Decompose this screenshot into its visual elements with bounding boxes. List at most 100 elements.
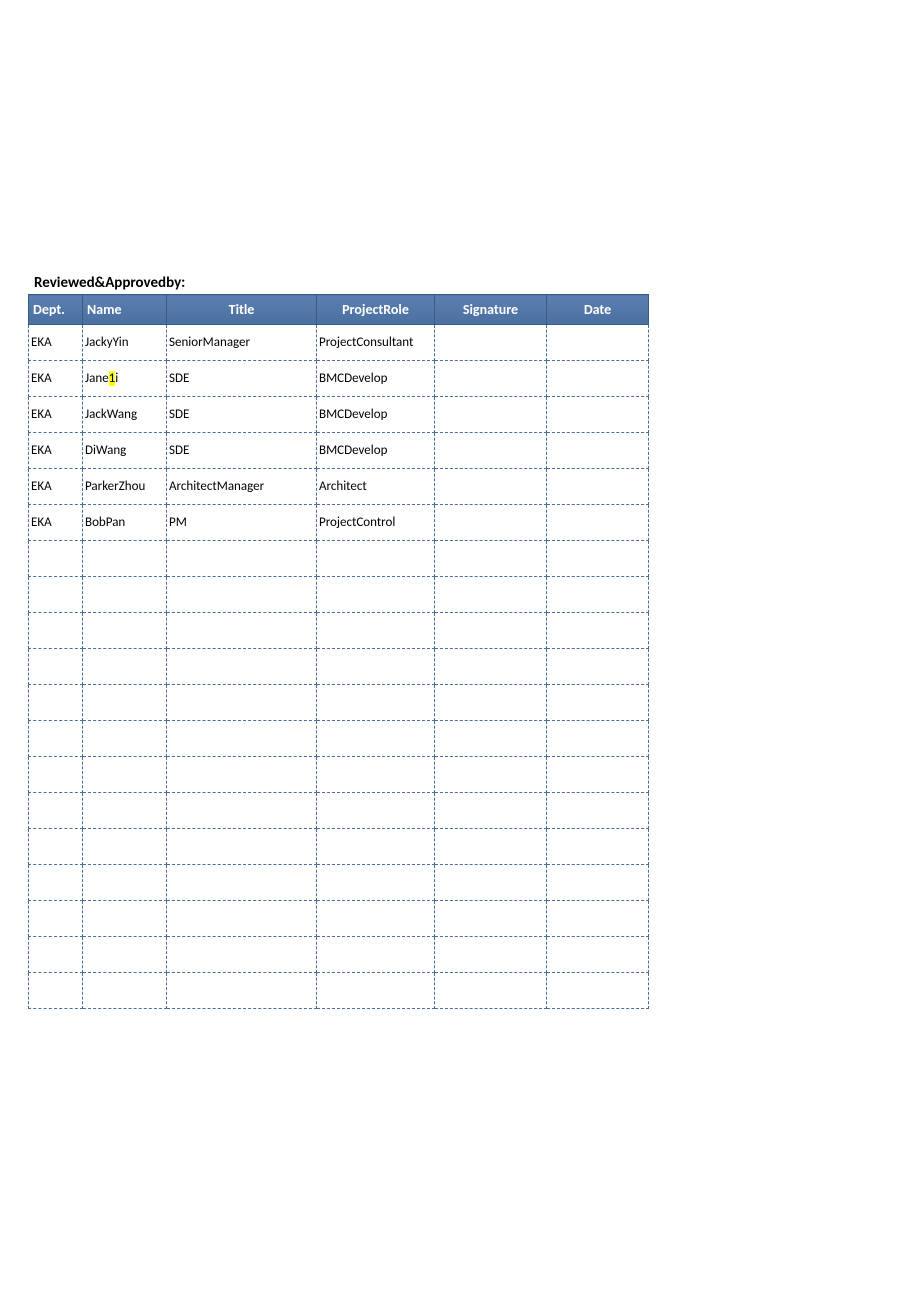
cell-title (167, 721, 317, 757)
table-row (29, 829, 649, 865)
cell-dept: EKA (29, 361, 83, 397)
cell-dept (29, 901, 83, 937)
cell-date (547, 973, 649, 1009)
cell-role (317, 541, 435, 577)
cell-dept (29, 973, 83, 1009)
cell-date (547, 541, 649, 577)
cell-dept (29, 829, 83, 865)
cell-signature (435, 793, 547, 829)
cell-name: JackWang (83, 397, 167, 433)
cell-role (317, 793, 435, 829)
cell-title (167, 901, 317, 937)
cell-role (317, 577, 435, 613)
cell-title (167, 829, 317, 865)
table-row: EKADiWangSDEBMCDevelop (29, 433, 649, 469)
cell-date (547, 685, 649, 721)
cell-date (547, 901, 649, 937)
table-row: EKAParkerZhouArchitectManagerArchitect (29, 469, 649, 505)
cell-date (547, 649, 649, 685)
col-dept: Dept. (29, 295, 83, 325)
cell-dept (29, 721, 83, 757)
cell-dept (29, 685, 83, 721)
table-row (29, 865, 649, 901)
cell-signature (435, 613, 547, 649)
cell-date (547, 613, 649, 649)
cell-signature (435, 901, 547, 937)
table-row (29, 721, 649, 757)
table-row (29, 757, 649, 793)
cell-dept (29, 577, 83, 613)
cell-signature (435, 649, 547, 685)
cell-date (547, 361, 649, 397)
cell-date (547, 505, 649, 541)
cell-dept: EKA (29, 397, 83, 433)
cell-signature (435, 361, 547, 397)
cell-signature (435, 541, 547, 577)
cell-dept: EKA (29, 505, 83, 541)
cell-title (167, 613, 317, 649)
cell-signature (435, 325, 547, 361)
cell-signature (435, 721, 547, 757)
cell-signature (435, 685, 547, 721)
cell-role (317, 937, 435, 973)
cell-date (547, 433, 649, 469)
table-row: EKABobPanPMProjectControl (29, 505, 649, 541)
cell-role (317, 685, 435, 721)
table-row (29, 937, 649, 973)
cell-name (83, 577, 167, 613)
col-title: Title (167, 295, 317, 325)
cell-dept: EKA (29, 325, 83, 361)
cell-dept (29, 757, 83, 793)
cell-title: SDE (167, 433, 317, 469)
cell-role: BMCDevelop (317, 433, 435, 469)
cell-signature (435, 865, 547, 901)
cell-name (83, 829, 167, 865)
cell-signature (435, 829, 547, 865)
cell-name: Jane1i (83, 361, 167, 397)
cell-signature (435, 757, 547, 793)
cell-name: BobPan (83, 505, 167, 541)
table-row (29, 901, 649, 937)
cell-date (547, 793, 649, 829)
col-date: Date (547, 295, 649, 325)
table-row (29, 613, 649, 649)
cell-signature (435, 397, 547, 433)
cell-title (167, 865, 317, 901)
cell-role: BMCDevelop (317, 397, 435, 433)
section-heading: Reviewed&Approvedby: (28, 274, 892, 294)
cell-title (167, 937, 317, 973)
table-row (29, 685, 649, 721)
cell-title (167, 649, 317, 685)
cell-date (547, 397, 649, 433)
cell-dept: EKA (29, 469, 83, 505)
approval-table: Dept. Name Title ProjectRole Signature D… (28, 294, 649, 1009)
table-row (29, 541, 649, 577)
cell-role (317, 973, 435, 1009)
cell-title: ArchitectManager (167, 469, 317, 505)
cell-title (167, 757, 317, 793)
cell-role (317, 829, 435, 865)
table-row (29, 793, 649, 829)
cell-signature (435, 937, 547, 973)
cell-name (83, 541, 167, 577)
cell-date (547, 721, 649, 757)
cell-date (547, 829, 649, 865)
table-row: EKAJackyYinSeniorManagerProjectConsultan… (29, 325, 649, 361)
cell-title: SDE (167, 397, 317, 433)
cell-role: ProjectControl (317, 505, 435, 541)
cell-name (83, 901, 167, 937)
cell-name (83, 793, 167, 829)
cell-date (547, 757, 649, 793)
cell-name: JackyYin (83, 325, 167, 361)
cell-title (167, 973, 317, 1009)
cell-name (83, 613, 167, 649)
cell-role (317, 721, 435, 757)
table-row (29, 649, 649, 685)
cell-dept (29, 649, 83, 685)
cell-name (83, 757, 167, 793)
table-row (29, 577, 649, 613)
cell-role: BMCDevelop (317, 361, 435, 397)
cell-role: ProjectConsultant (317, 325, 435, 361)
table-row: EKAJane1iSDEBMCDevelop (29, 361, 649, 397)
cell-role: Architect (317, 469, 435, 505)
